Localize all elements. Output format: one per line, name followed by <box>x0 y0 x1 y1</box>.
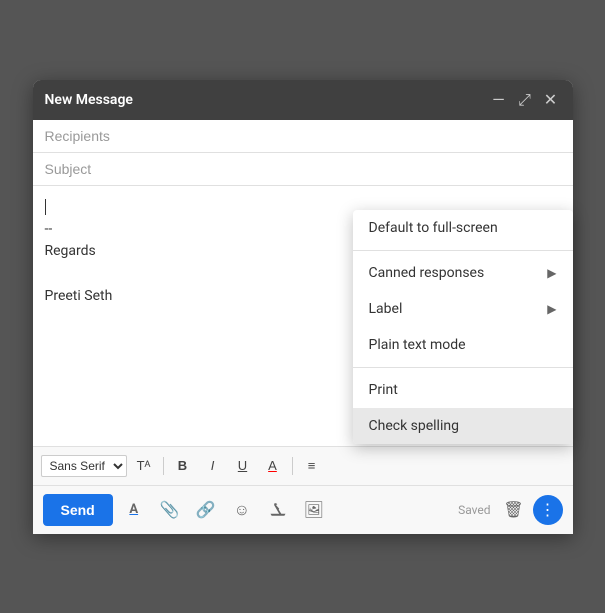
drive-button[interactable] <box>263 495 293 525</box>
header-actions: — ⤢ ✕ <box>489 90 561 110</box>
font-color-button[interactable]: A <box>260 453 286 479</box>
compose-header: New Message — ⤢ ✕ <box>33 80 573 120</box>
font-select[interactable]: Sans Serif <box>41 455 127 477</box>
link-icon: 🔗 <box>196 500 216 519</box>
more-options-button[interactable]: ⋮ <box>533 495 563 525</box>
dropdown-item-spelling[interactable]: Check spelling <box>353 408 573 444</box>
dropdown-label-fullscreen: Default to full-screen <box>369 220 557 236</box>
dropdown-label-spelling: Check spelling <box>369 418 557 434</box>
options-dropdown: Default to full-screen Canned responses … <box>353 210 573 444</box>
body-line2: Regards <box>45 243 96 259</box>
subject-input[interactable] <box>45 161 561 177</box>
attachment-button[interactable]: 📎 <box>155 495 185 525</box>
formatting-toolbar: Sans Serif Tᴬ B I U A ≡ <box>33 446 573 485</box>
drive-icon <box>269 501 287 519</box>
dropdown-label-label: Label <box>369 301 548 317</box>
close-button[interactable]: ✕ <box>541 90 561 110</box>
compose-footer: Send A 📎 🔗 ☺ 🖼 Saved 🗑 ⋮ <box>33 485 573 534</box>
expand-button[interactable]: ⤢ <box>515 90 535 110</box>
body-line4: Preeti Seth <box>45 288 113 304</box>
compose-window: New Message — ⤢ ✕ -- Regards Preeti Seth… <box>33 80 573 534</box>
dropdown-item-print[interactable]: Print <box>353 372 573 408</box>
footer-right-actions: Saved 🗑 ⋮ <box>458 495 562 525</box>
recipients-field <box>33 120 573 153</box>
formatting-toggle-button[interactable]: A <box>119 495 149 525</box>
dropdown-label-plaintext: Plain text mode <box>369 337 557 353</box>
toolbar-divider-2 <box>292 457 293 475</box>
dropdown-item-label[interactable]: Label ▶ <box>353 291 573 327</box>
dropdown-item-canned[interactable]: Canned responses ▶ <box>353 255 573 291</box>
more-vert-icon: ⋮ <box>540 500 556 519</box>
dropdown-item-fullscreen[interactable]: Default to full-screen <box>353 210 573 246</box>
italic-button[interactable]: I <box>200 453 226 479</box>
link-button[interactable]: 🔗 <box>191 495 221 525</box>
text-cursor <box>45 199 46 215</box>
label-arrow-icon: ▶ <box>547 302 556 316</box>
bold-button[interactable]: B <box>170 453 196 479</box>
dropdown-divider-2 <box>353 367 573 368</box>
trash-icon: 🗑 <box>503 500 523 519</box>
align-button[interactable]: ≡ <box>299 453 325 479</box>
font-size-button[interactable]: Tᴬ <box>131 453 157 479</box>
dropdown-label-print: Print <box>369 382 557 398</box>
canned-arrow-icon: ▶ <box>547 266 556 280</box>
discard-button[interactable]: 🗑 <box>499 495 529 525</box>
image-icon: 🖼 <box>304 500 324 519</box>
dropdown-label-canned: Canned responses <box>369 265 548 281</box>
compose-title: New Message <box>45 92 133 108</box>
saved-status: Saved <box>458 503 490 517</box>
toolbar-divider-1 <box>163 457 164 475</box>
text-format-icon: A <box>129 502 138 517</box>
recipients-input[interactable] <box>45 128 561 144</box>
emoji-button[interactable]: ☺ <box>227 495 257 525</box>
dropdown-item-plaintext[interactable]: Plain text mode <box>353 327 573 363</box>
body-line1: -- <box>45 221 53 237</box>
dropdown-divider-1 <box>353 250 573 251</box>
attachment-icon: 📎 <box>160 500 180 519</box>
minimize-button[interactable]: — <box>489 90 509 110</box>
send-button[interactable]: Send <box>43 494 113 526</box>
underline-button[interactable]: U <box>230 453 256 479</box>
emoji-icon: ☺ <box>234 500 250 520</box>
subject-field <box>33 153 573 186</box>
image-button[interactable]: 🖼 <box>299 495 329 525</box>
